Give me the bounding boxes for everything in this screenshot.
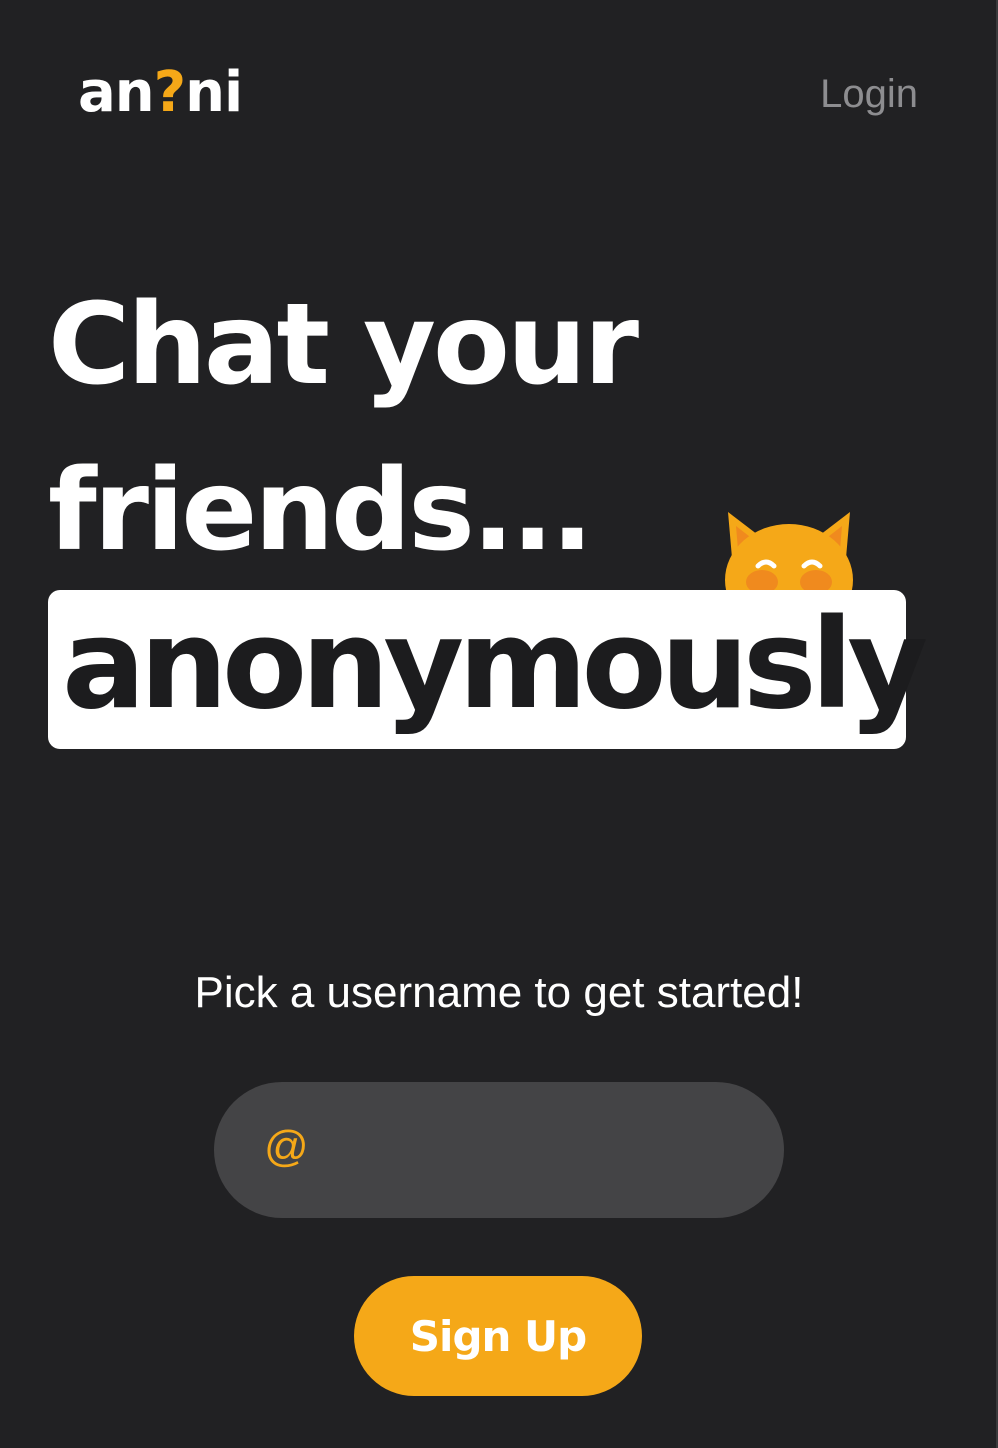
logo-question-mark: ? — [153, 60, 187, 125]
headline-line-2: friends... — [48, 446, 594, 576]
highlight-box: anonymously — [48, 590, 928, 749]
signup-prompt: Pick a username to get started! — [194, 968, 804, 1017]
cat-face-icon — [725, 512, 853, 598]
logo-wordmark: an?ni — [78, 58, 243, 128]
sign-up-button[interactable]: Sign Up — [354, 1276, 642, 1396]
landing-page: an?ni Login Chat your friends... anonymo… — [0, 0, 998, 1448]
anoni-logo[interactable]: an?ni — [78, 58, 278, 148]
logo-text-ni: ni — [185, 60, 243, 125]
username-field[interactable]: @ — [214, 1082, 784, 1218]
login-link[interactable]: Login — [820, 72, 918, 117]
logo-text-an: an — [78, 60, 155, 125]
headline-line-1: Chat your — [48, 280, 639, 410]
highlight-word: anonymously — [62, 593, 928, 737]
hero-headline: Chat your friends... — [48, 262, 639, 594]
at-symbol: @ — [264, 1122, 309, 1171]
username-input[interactable] — [314, 1112, 748, 1190]
